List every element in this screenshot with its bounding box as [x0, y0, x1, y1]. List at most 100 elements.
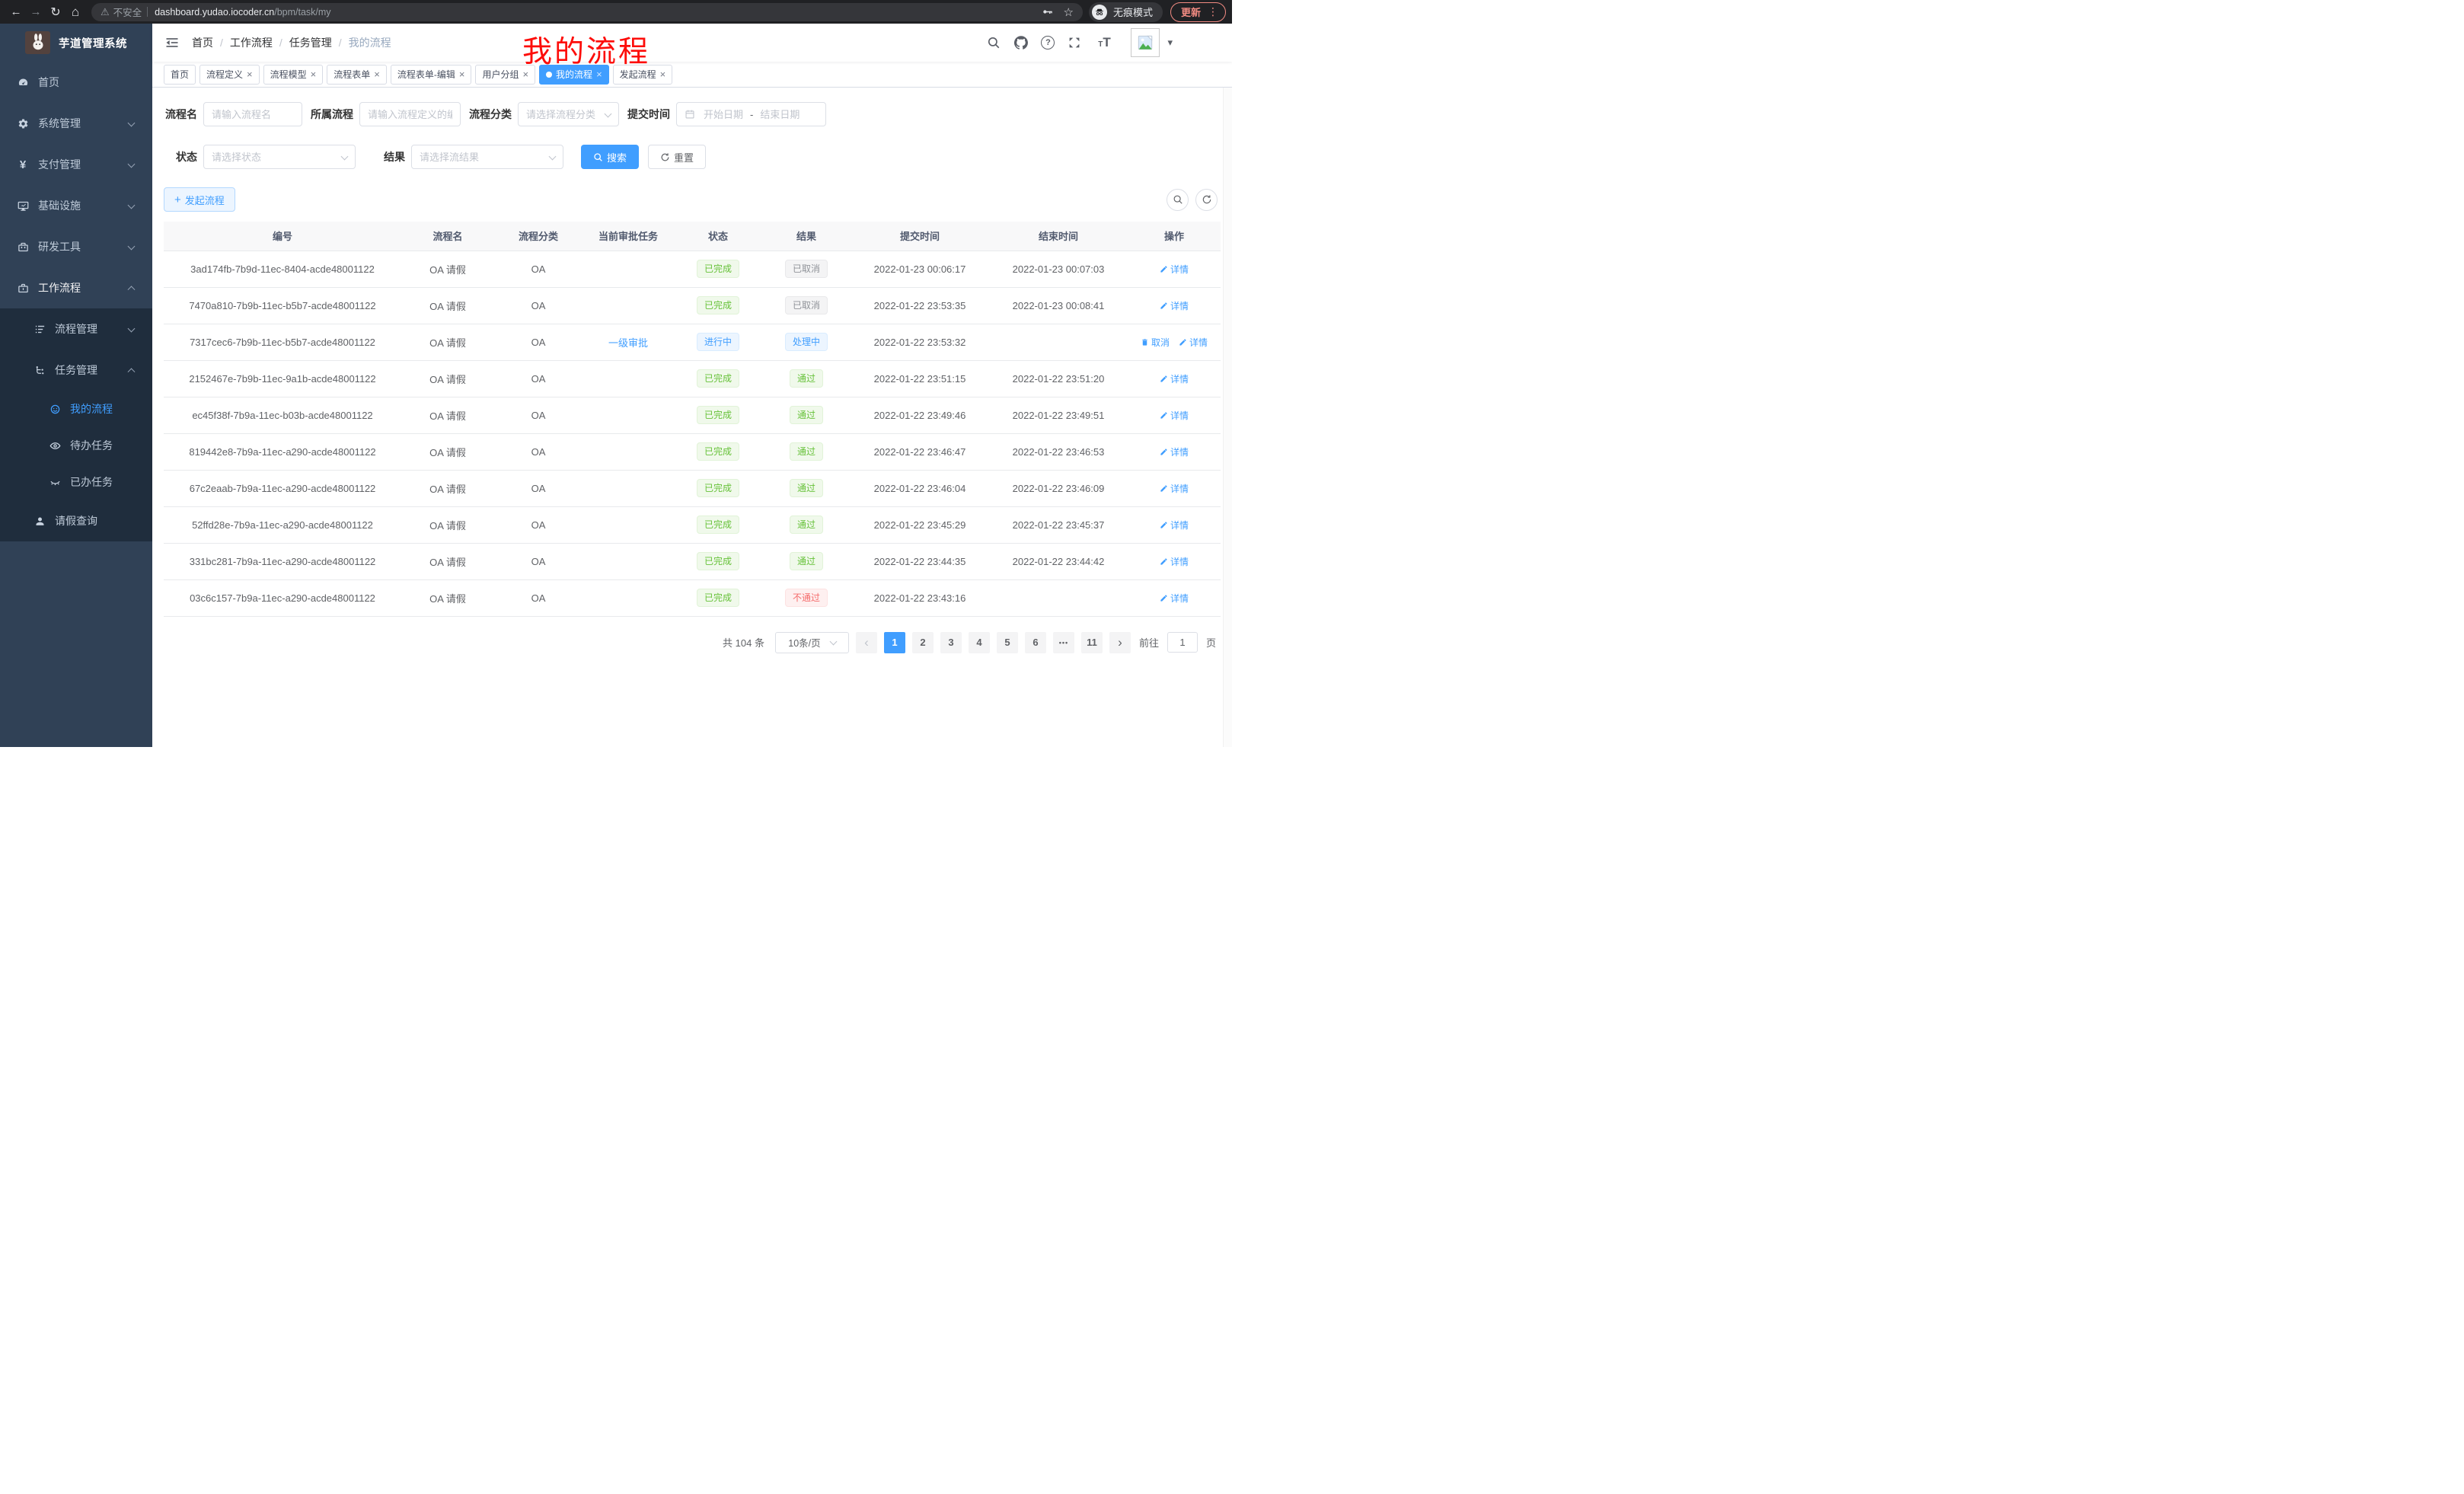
table-row: ec45f38f-7b9a-11ec-b03b-acde48001122 OA … [164, 397, 1221, 433]
breadcrumb-item-home[interactable]: 首页 [192, 35, 223, 50]
sidebar-item-home[interactable]: 首页 [0, 62, 152, 103]
browser-home-icon[interactable] [65, 2, 85, 22]
status-select[interactable] [203, 145, 356, 169]
cancel-link[interactable]: 取消 [1141, 336, 1170, 349]
page-size-select[interactable]: 10条/页 [775, 632, 849, 653]
detail-link[interactable]: 详情 [1179, 336, 1208, 349]
show-search-button[interactable] [1167, 189, 1189, 211]
github-icon[interactable] [1013, 35, 1029, 50]
font-size-icon[interactable] [1094, 35, 1114, 50]
browser-reload-icon[interactable] [46, 2, 65, 22]
end-date-input[interactable] [756, 109, 803, 120]
sidebar-item-done-tasks[interactable]: 已办任务 [0, 464, 152, 500]
logo-title: 芋道管理系统 [59, 35, 127, 51]
pen-icon [1160, 265, 1168, 273]
page-button[interactable]: 5 [997, 632, 1018, 653]
chevron-down-icon [829, 638, 837, 646]
pen-icon [1160, 594, 1168, 602]
page-button[interactable]: 1 [884, 632, 905, 653]
page-button[interactable]: 3 [940, 632, 962, 653]
tab-label: 首页 [171, 68, 189, 81]
current-task-link[interactable]: 一级审批 [608, 337, 648, 349]
detail-link[interactable]: 详情 [1160, 299, 1189, 312]
browser-update-button[interactable]: 更新 [1170, 2, 1226, 22]
process-name-input[interactable] [203, 102, 302, 126]
address-bar[interactable]: 不安全 dashboard.yudao.iocoder.cn/bpm/task/… [91, 3, 1083, 21]
actions-cell: 取消详情 [1128, 324, 1221, 360]
breadcrumb-item-workflow[interactable]: 工作流程 [230, 35, 282, 50]
sidebar-item-workflow[interactable]: 工作流程 [0, 267, 152, 308]
close-icon[interactable] [459, 69, 465, 79]
sidebar-collapse-icon[interactable] [164, 35, 180, 50]
browser-forward-icon[interactable] [26, 2, 46, 22]
detail-link[interactable]: 详情 [1160, 519, 1189, 532]
password-key-icon[interactable] [1042, 6, 1053, 18]
column-header: 流程分类 [494, 222, 582, 251]
sidebar-item-task-management[interactable]: 任务管理 [0, 350, 152, 391]
tab-process-form-edit[interactable]: 流程表单-编辑 [391, 65, 472, 85]
scrollbar[interactable] [1223, 88, 1232, 747]
result-cell: 已取消 [762, 287, 851, 324]
result-tag: 已取消 [785, 296, 828, 314]
search-icon[interactable] [986, 35, 1001, 50]
actions-cell: 详情 [1128, 360, 1221, 397]
detail-link[interactable]: 详情 [1160, 445, 1189, 458]
process-category-select-field[interactable] [518, 102, 619, 126]
fullscreen-icon[interactable] [1067, 35, 1082, 50]
detail-link[interactable]: 详情 [1160, 372, 1189, 385]
page-button[interactable]: 4 [969, 632, 990, 653]
prev-page-button[interactable] [856, 632, 877, 653]
refresh-table-button[interactable] [1195, 189, 1218, 211]
sidebar-item-infrastructure[interactable]: 基础设施 [0, 185, 152, 226]
result-select-field[interactable] [411, 145, 563, 169]
help-icon[interactable] [1041, 36, 1055, 49]
page-button[interactable]: 6 [1025, 632, 1046, 653]
process-id: 819442e8-7b9a-11ec-a290-acde48001122 [164, 433, 401, 470]
close-icon[interactable] [311, 69, 317, 79]
detail-link[interactable]: 详情 [1160, 263, 1189, 276]
close-icon[interactable] [660, 69, 666, 79]
status-select-field[interactable] [203, 145, 356, 169]
page-button[interactable]: 2 [912, 632, 934, 653]
bookmark-star-icon[interactable] [1064, 5, 1074, 19]
close-icon[interactable] [374, 69, 380, 79]
sidebar-item-my-process[interactable]: 我的流程 [0, 391, 152, 427]
goto-page-input[interactable] [1167, 632, 1198, 653]
page-button-last[interactable]: 11 [1081, 632, 1103, 653]
breadcrumb-item-task-management[interactable]: 任务管理 [289, 35, 342, 50]
tab-process-definition[interactable]: 流程定义 [199, 65, 260, 85]
user-avatar[interactable] [1131, 28, 1173, 57]
browser-back-icon[interactable] [6, 2, 26, 22]
tab-home[interactable]: 首页 [164, 65, 196, 85]
reset-button[interactable]: 重置 [648, 145, 706, 169]
active-dot [546, 72, 552, 78]
process-category-select[interactable] [518, 102, 619, 126]
result-select[interactable] [411, 145, 563, 169]
detail-link[interactable]: 详情 [1160, 592, 1189, 605]
sidebar-item-system[interactable]: 系统管理 [0, 103, 152, 144]
process-definition-input[interactable] [359, 102, 461, 126]
submit-time-range-picker[interactable]: - [676, 102, 826, 126]
detail-link[interactable]: 详情 [1160, 409, 1189, 422]
start-date-input[interactable] [700, 109, 747, 120]
tab-process-model[interactable]: 流程模型 [263, 65, 324, 85]
create-process-button[interactable]: 发起流程 [164, 187, 235, 212]
close-icon[interactable] [247, 69, 253, 79]
detail-link[interactable]: 详情 [1160, 482, 1189, 495]
sidebar-item-payment[interactable]: 支付管理 [0, 144, 152, 185]
sidebar-item-todo-tasks[interactable]: 待办任务 [0, 427, 152, 464]
sidebar-item-leave-query[interactable]: 请假查询 [0, 500, 152, 541]
next-page-button[interactable] [1109, 632, 1131, 653]
sidebar-item-dev-tools[interactable]: 研发工具 [0, 226, 152, 267]
sidebar-item-process-management[interactable]: 流程管理 [0, 308, 152, 350]
more-pages-button[interactable]: ••• [1053, 632, 1074, 653]
process-id: ec45f38f-7b9a-11ec-b03b-acde48001122 [164, 397, 401, 433]
table-row: 03c6c157-7b9a-11ec-a290-acde48001122 OA … [164, 579, 1221, 616]
result-tag: 通过 [790, 442, 823, 461]
result-tag: 通过 [790, 552, 823, 570]
browser-menu-kebab-icon[interactable] [1208, 5, 1218, 18]
search-button[interactable]: 搜索 [581, 145, 639, 169]
detail-link[interactable]: 详情 [1160, 555, 1189, 568]
actions-cell: 详情 [1128, 433, 1221, 470]
tab-process-form[interactable]: 流程表单 [327, 65, 387, 85]
